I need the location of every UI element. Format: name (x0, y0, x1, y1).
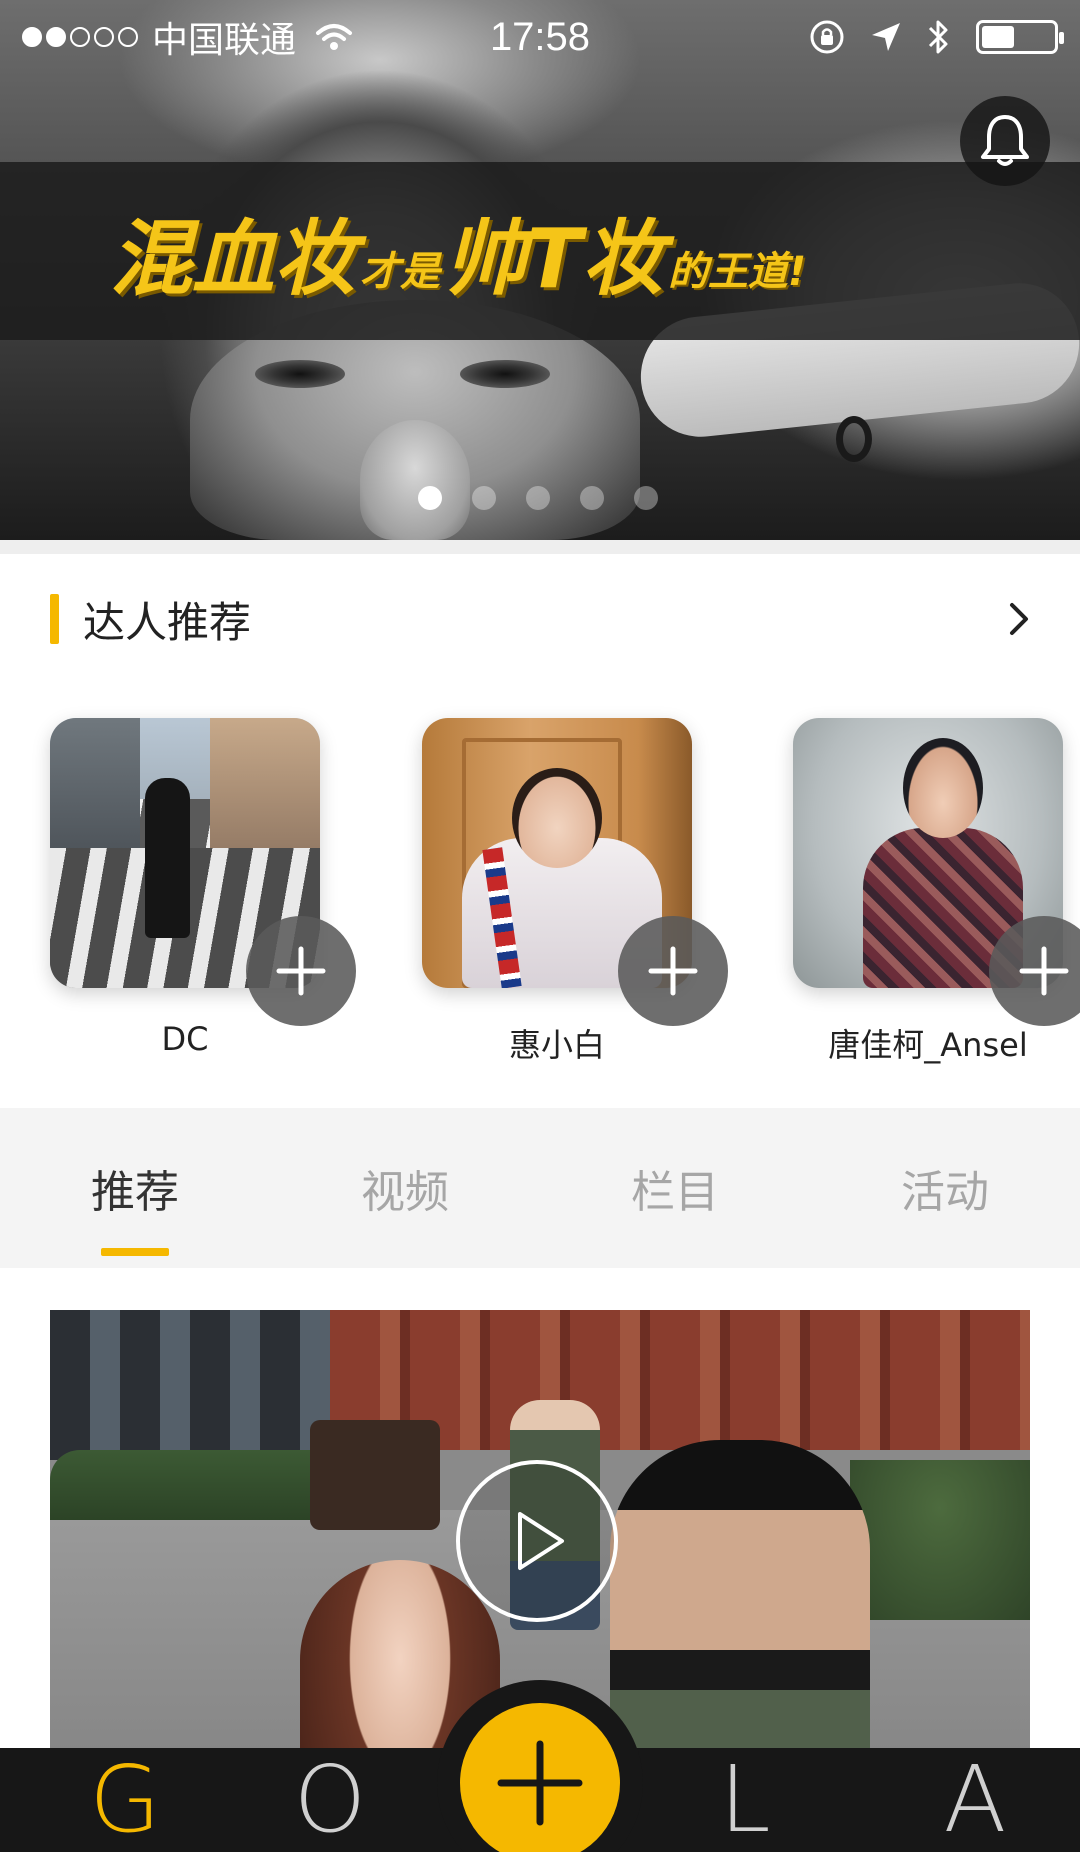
section-title: 达人推荐 (83, 597, 252, 647)
video-hedge (850, 1460, 1030, 1620)
battery-level (982, 26, 1014, 48)
status-time: 17:58 (489, 14, 591, 59)
tab-label: 视频 (361, 1167, 449, 1218)
banner-headline-part4: 的王道! (667, 249, 807, 295)
bell-icon (981, 115, 1029, 166)
play-button[interactable] (456, 1460, 618, 1622)
banner-headline-part2: 才是 (360, 249, 440, 295)
banner-ring (836, 416, 872, 462)
content-tabs: 推荐 视频 栏目 活动 (0, 1108, 1080, 1268)
expert-name[interactable]: DC (30, 1020, 340, 1058)
banner-eye-right (460, 360, 550, 388)
nav-item-l[interactable]: L (690, 1748, 800, 1852)
tab-events[interactable]: 活动 (810, 1108, 1080, 1268)
tab-label: 活动 (901, 1167, 989, 1218)
photo-head (512, 768, 602, 868)
video-building (50, 1310, 330, 1460)
create-post-button[interactable] (460, 1703, 620, 1852)
plus-icon (648, 946, 698, 996)
expert-name[interactable]: 唐佳柯_Ansel (773, 1020, 1080, 1066)
plus-icon (276, 946, 326, 996)
carousel-dot[interactable] (580, 486, 604, 510)
status-bar: 中国联通 17:58 (0, 0, 1080, 74)
carousel-dot[interactable] (472, 486, 496, 510)
carousel-indicator (418, 486, 658, 510)
tab-recommend[interactable]: 推荐 (0, 1108, 270, 1268)
nav-item-g[interactable]: G (70, 1748, 180, 1852)
tab-label: 推荐 (91, 1167, 179, 1218)
chevron-right-icon (1010, 603, 1028, 635)
nav-item-a[interactable]: A (920, 1748, 1030, 1852)
follow-button[interactable] (618, 916, 728, 1026)
tab-video[interactable]: 视频 (270, 1108, 540, 1268)
tab-label: 栏目 (631, 1167, 719, 1218)
expert-card[interactable]: 唐佳柯_Ansel (793, 718, 1080, 1068)
battery-icon (976, 20, 1064, 54)
carousel-dot[interactable] (634, 486, 658, 510)
banner-eye-left (255, 360, 345, 388)
expert-card[interactable]: DC (50, 718, 356, 1068)
banner-headline: 混血妆 才是 帅T妆 的王道! (110, 200, 1010, 310)
video-cart (310, 1420, 440, 1530)
notification-button[interactable] (960, 96, 1050, 186)
tab-active-indicator (101, 1248, 169, 1256)
follow-button[interactable] (246, 916, 356, 1026)
expert-name[interactable]: 惠小白 (402, 1020, 712, 1066)
hero-banner[interactable]: 混血妆 才是 帅T妆 的王道! 中国联通 17:58 (0, 0, 1080, 540)
experts-section-header[interactable]: 达人推荐 (0, 554, 1080, 684)
section-accent-bar (50, 594, 59, 644)
play-icon (518, 1512, 564, 1570)
photo-head (903, 738, 983, 838)
video-hedge (50, 1450, 350, 1520)
carousel-dot[interactable] (418, 486, 442, 510)
banner-headline-part1: 混血妆 (110, 212, 356, 307)
photo-building (50, 718, 140, 868)
section-divider (0, 540, 1080, 554)
see-more-button[interactable] (1000, 599, 1040, 639)
tab-columns[interactable]: 栏目 (540, 1108, 810, 1268)
expert-card[interactable]: 惠小白 (422, 718, 728, 1068)
experts-list: DC 惠小白 唐佳柯_Ansel (0, 718, 1080, 1068)
plus-icon (497, 1740, 583, 1826)
banner-nose (360, 420, 470, 540)
plus-icon (1019, 946, 1069, 996)
carousel-dot[interactable] (526, 486, 550, 510)
photo-building (210, 718, 320, 868)
nav-item-o[interactable]: O (270, 1748, 390, 1852)
photo-person (145, 778, 190, 938)
banner-headline-part3: 帅T妆 (444, 212, 664, 307)
